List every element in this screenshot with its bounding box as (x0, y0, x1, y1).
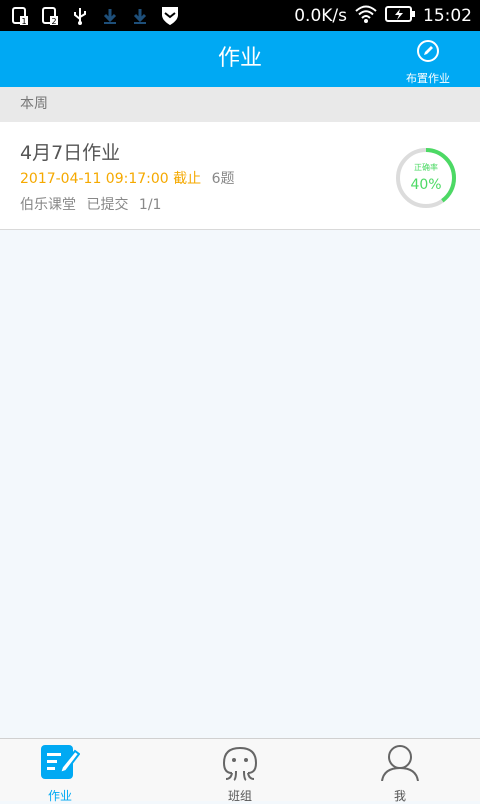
tab-homework[interactable]: 作业 (0, 743, 120, 803)
network-speed: 0.0K/s (294, 6, 347, 26)
accuracy-value: 40% (410, 177, 441, 193)
assign-homework-label: 布置作业 (406, 72, 450, 85)
accuracy-label: 正确率 (414, 162, 438, 172)
download-icon (130, 6, 150, 26)
homework-deadline: 2017-04-11 09:17:00 截止 (20, 171, 202, 187)
profile-icon (380, 743, 420, 785)
submission-count: 1/1 (138, 197, 162, 213)
tab-class-group[interactable]: 班组 (180, 743, 300, 803)
submission-status: 已提交 (86, 197, 129, 213)
notification-icons: 1 2 (10, 5, 180, 27)
download-icon (100, 6, 120, 26)
battery-icon (385, 5, 415, 27)
tab-class-group-label: 班组 (227, 789, 252, 803)
homework-card[interactable]: 4月7日作业 2017-04-11 09:17:00 截止 6题 伯乐课堂 已提… (0, 122, 480, 230)
tab-homework-label: 作业 (47, 789, 72, 803)
wifi-icon (355, 5, 377, 28)
class-group-icon (218, 743, 262, 785)
system-indicators: 0.0K/s 15:02 (294, 4, 472, 28)
homework-title: 4月7日作业 (20, 142, 121, 164)
accuracy-ring: 正确率 40% (396, 148, 456, 208)
clock: 15:02 (423, 6, 472, 26)
svg-text:2: 2 (51, 17, 56, 26)
status-bar: 1 2 0.0K/s 15:02 (0, 0, 480, 31)
sim1-icon: 1 (10, 6, 30, 26)
homework-icon (40, 743, 81, 785)
class-name: 伯乐课堂 (20, 197, 76, 213)
homework-meta: 伯乐课堂 已提交 1/1 (20, 194, 167, 214)
usb-icon (70, 6, 90, 26)
pencil-circle-icon (416, 39, 440, 67)
shield-icon (160, 6, 180, 26)
bottom-tab-bar: 作业 班组 我 (0, 738, 480, 803)
tab-profile[interactable]: 我 (340, 743, 460, 803)
svg-text:1: 1 (21, 17, 26, 26)
app-bar: 作业 布置作业 (0, 31, 480, 87)
sim2-icon: 2 (40, 6, 60, 26)
section-header-this-week: 本周 (0, 87, 480, 122)
homework-deadline-row: 2017-04-11 09:17:00 截止 6题 (20, 168, 235, 188)
question-count: 6题 (211, 171, 235, 187)
assign-homework-button[interactable]: 布置作业 (400, 39, 456, 85)
tab-profile-label: 我 (393, 789, 406, 803)
